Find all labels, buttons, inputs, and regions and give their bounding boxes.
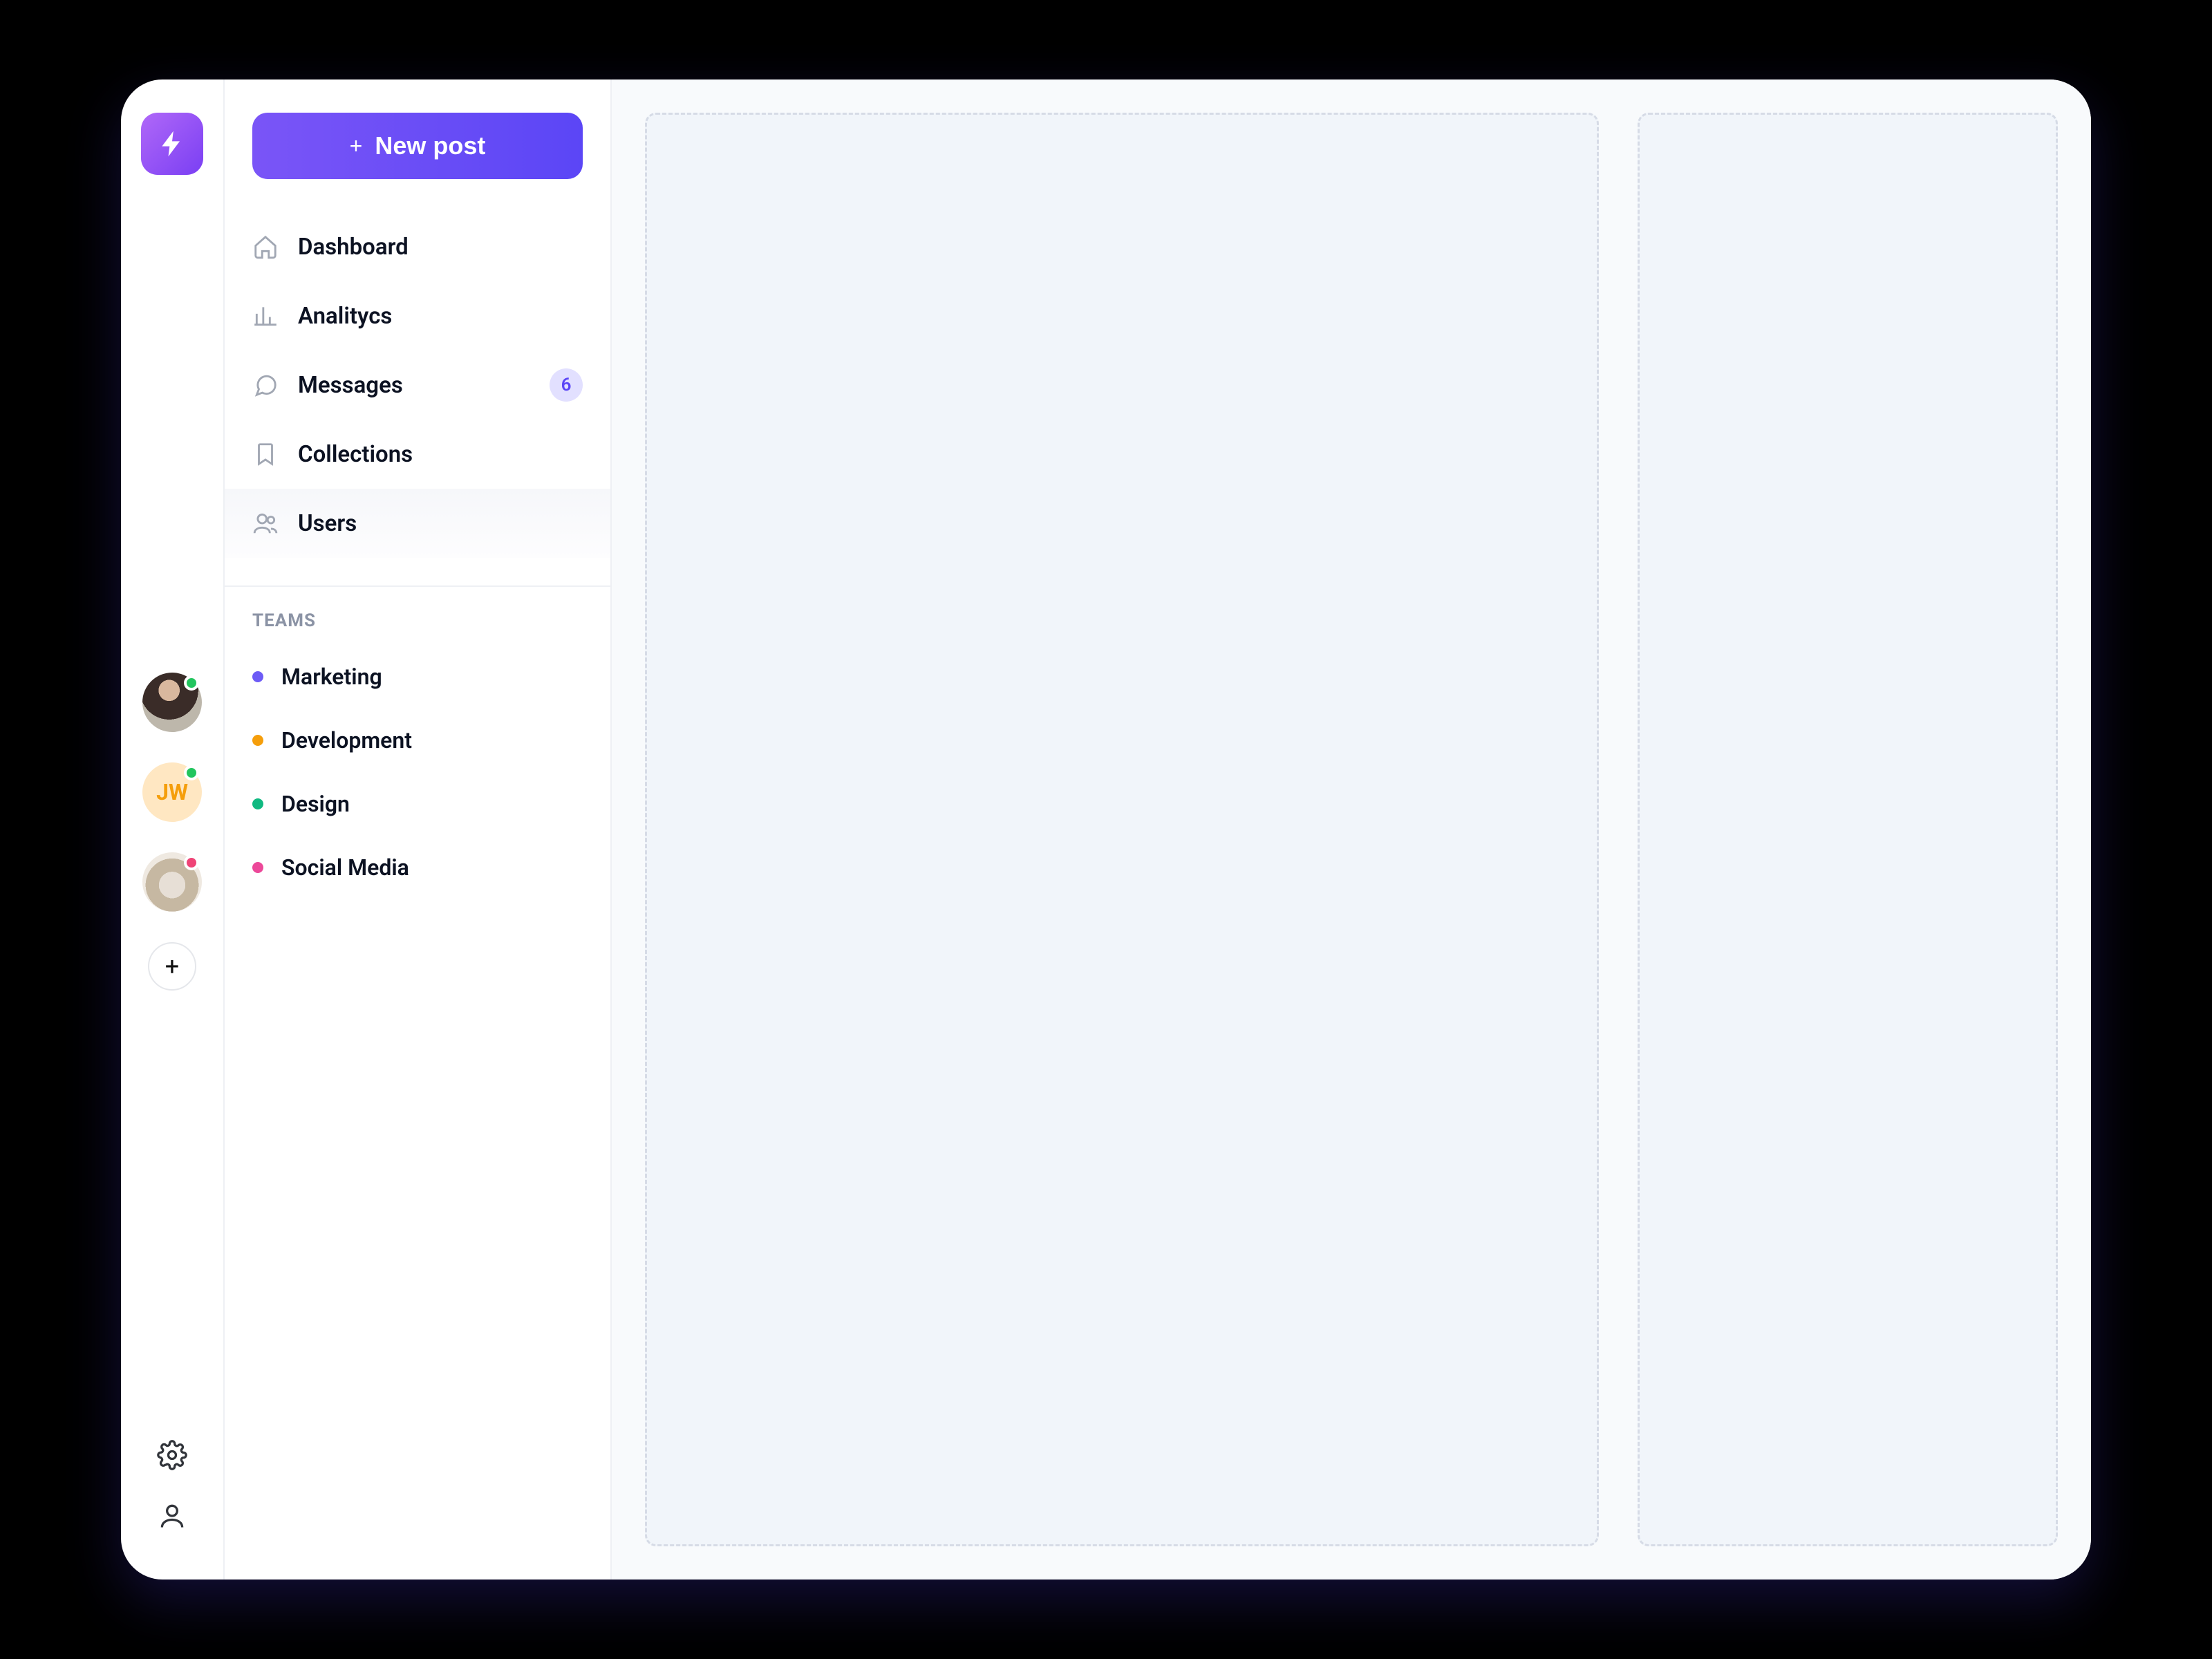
divider — [225, 585, 610, 587]
home-icon — [252, 234, 279, 260]
bolt-icon — [157, 129, 187, 159]
user-icon — [157, 1501, 187, 1531]
teams-header: TEAMS — [225, 610, 610, 645]
main-content — [612, 79, 2091, 1580]
nav-item-users[interactable]: Users — [225, 489, 610, 558]
gear-icon — [157, 1440, 187, 1470]
team-label: Development — [281, 727, 412, 753]
rail-avatar-list: JW + — [142, 673, 202, 991]
team-label: Marketing — [281, 664, 382, 690]
teams-list: Marketing Development Design Social Medi… — [225, 645, 610, 899]
nav-label: Users — [298, 510, 357, 537]
chart-icon — [252, 303, 279, 329]
chat-icon — [252, 372, 279, 398]
new-post-button[interactable]: + New post — [252, 113, 583, 179]
team-label: Design — [281, 791, 350, 817]
team-dot-icon — [252, 862, 263, 873]
nav-label: Analitycs — [298, 303, 392, 330]
team-dot-icon — [252, 798, 263, 809]
nav-item-collections[interactable]: Collections — [225, 420, 610, 489]
app-logo[interactable] — [141, 113, 203, 175]
sidebar: + New post Dashboard Analitycs Messages … — [225, 79, 612, 1580]
nav-label: Messages — [298, 372, 403, 399]
profile-button[interactable] — [157, 1501, 187, 1531]
avatar-initials: JW — [156, 779, 188, 805]
team-dot-icon — [252, 735, 263, 746]
avatar[interactable] — [142, 852, 202, 912]
mini-rail: JW + — [121, 79, 225, 1580]
plus-icon: + — [165, 954, 179, 979]
users-icon — [252, 510, 279, 536]
new-post-label: New post — [375, 131, 485, 160]
app-window: JW + + New post — [121, 79, 2091, 1580]
avatar[interactable] — [142, 673, 202, 732]
nav-label: Dashboard — [298, 234, 409, 261]
content-placeholder-primary — [645, 113, 1599, 1546]
status-dot-busy-icon — [184, 855, 199, 870]
add-workspace-button[interactable]: + — [148, 942, 196, 991]
content-placeholder-secondary — [1638, 113, 2058, 1546]
primary-nav: Dashboard Analitycs Messages 6 Collectio… — [225, 212, 610, 558]
team-item-social-media[interactable]: Social Media — [225, 836, 610, 899]
avatar[interactable]: JW — [142, 762, 202, 822]
nav-label: Collections — [298, 441, 413, 468]
nav-item-analytics[interactable]: Analitycs — [225, 281, 610, 350]
nav-item-dashboard[interactable]: Dashboard — [225, 212, 610, 281]
team-item-marketing[interactable]: Marketing — [225, 645, 610, 709]
settings-button[interactable] — [157, 1440, 187, 1470]
messages-badge: 6 — [550, 368, 583, 402]
team-dot-icon — [252, 671, 263, 682]
status-dot-online-icon — [184, 675, 199, 691]
team-item-design[interactable]: Design — [225, 772, 610, 836]
plus-icon: + — [350, 133, 363, 159]
status-dot-online-icon — [184, 765, 199, 780]
team-item-development[interactable]: Development — [225, 709, 610, 772]
team-label: Social Media — [281, 854, 409, 881]
nav-item-messages[interactable]: Messages 6 — [225, 350, 610, 420]
bookmark-icon — [252, 441, 279, 467]
